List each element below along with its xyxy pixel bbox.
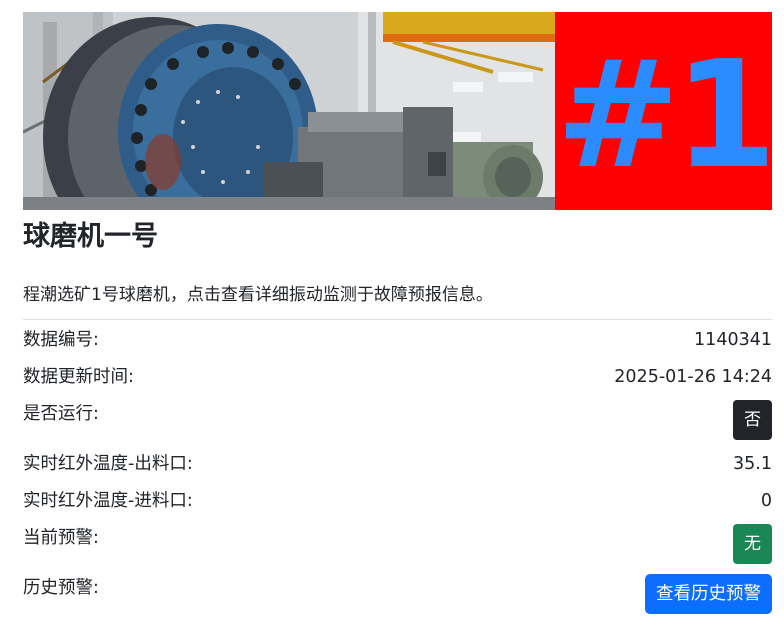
ball-mill-photo <box>23 12 555 210</box>
detail-row-data-id: 数据编号: 1140341 <box>23 326 772 363</box>
update-time-label: 数据更新时间: <box>23 367 134 387</box>
data-id-value: 1140341 <box>694 330 772 350</box>
detail-row-temp-outlet: 实时红外温度-出料口: 35.1 <box>23 450 772 487</box>
current-alert-label: 当前预警: <box>23 528 99 548</box>
update-time-value: 2025-01-26 14:24 <box>614 367 772 387</box>
card-description: 程潮选矿1号球磨机，点击查看详细振动监测于故障预报信息。 <box>23 285 493 305</box>
view-history-alerts-button[interactable]: 查看历史预警 <box>645 574 772 614</box>
current-alert-badge: 无 <box>733 524 772 564</box>
machine-number-badge: #1 <box>555 12 772 210</box>
divider <box>23 319 772 320</box>
running-label: 是否运行: <box>23 404 99 424</box>
detail-row-temp-inlet: 实时红外温度-进料口: 0 <box>23 487 772 524</box>
machine-card: #1 球磨机一号 程潮选矿1号球磨机，点击查看详细振动监测于故障预报信息。 数据… <box>23 12 772 618</box>
history-alert-label: 历史预警: <box>23 578 99 598</box>
temp-outlet-value: 35.1 <box>733 454 772 474</box>
temp-inlet-label: 实时红外温度-进料口: <box>23 491 193 511</box>
detail-row-history-alert: 历史预警: 查看历史预警 <box>23 574 772 618</box>
ball-mill-illustration <box>23 12 555 210</box>
card-title: 球磨机一号 <box>23 221 158 252</box>
temp-inlet-value: 0 <box>760 491 772 511</box>
machine-number-text: #1 <box>556 29 772 201</box>
detail-row-update-time: 数据更新时间: 2025-01-26 14:24 <box>23 363 772 400</box>
data-id-label: 数据编号: <box>23 330 99 350</box>
running-status-badge: 否 <box>733 400 772 440</box>
machine-banner[interactable]: #1 <box>23 12 772 210</box>
temp-outlet-label: 实时红外温度-出料口: <box>23 454 193 474</box>
detail-row-current-alert: 当前预警: 无 <box>23 524 772 574</box>
detail-row-running: 是否运行: 否 <box>23 400 772 450</box>
details-list: 数据编号: 1140341 数据更新时间: 2025-01-26 14:24 是… <box>23 326 772 618</box>
